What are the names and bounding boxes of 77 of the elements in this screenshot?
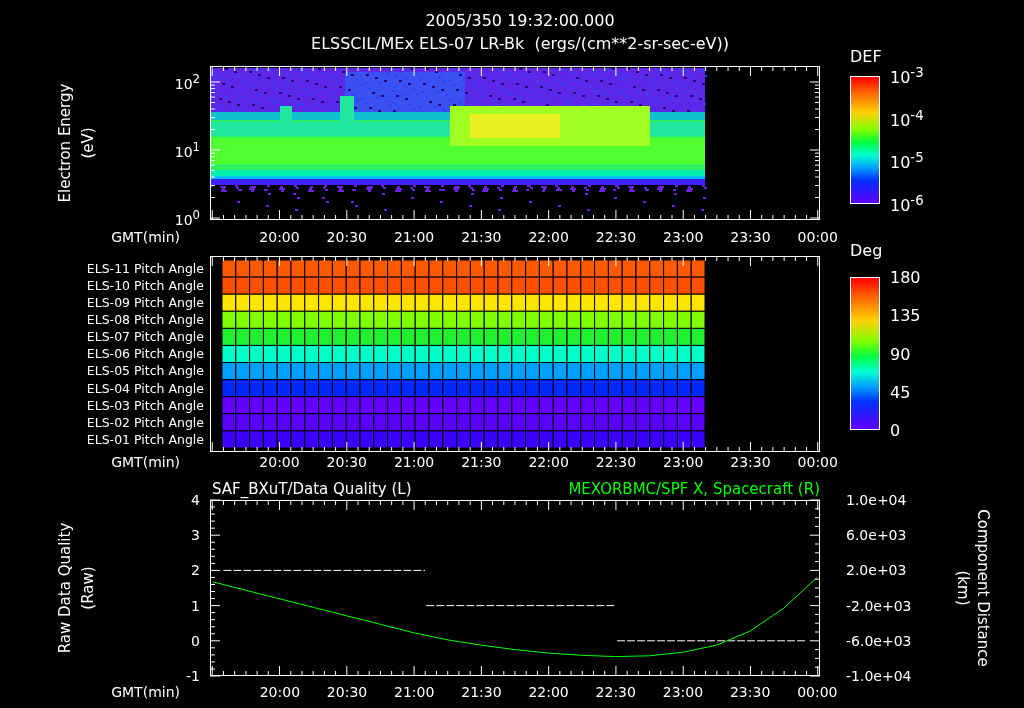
row-label: ELS-05 Pitch Angle [86,362,204,380]
tick-label: 2.0e+03 [846,562,907,579]
colorbar-label: 90 [890,344,911,363]
tick-label: 22:00 [528,684,569,700]
tick-label: 20:00 [259,454,300,470]
axis-label: (Raw) [79,566,97,610]
axis-label: Raw Data Quality [56,522,74,654]
tick-label: 22:30 [595,684,636,700]
tick-label: -6.0e+03 [846,632,912,649]
colorbar-label: 10$^{-4}$ [890,107,924,130]
colorbar-label: 45 [890,382,911,402]
tick-label: 3 [191,527,200,544]
chart-title: SAF_BXuT/Data Quality (L) [212,480,412,498]
colorbar-label: 10$^{-6}$ [890,192,924,216]
tick-label: 10$^{1}$ [174,140,200,160]
tick-label: 20:00 [259,229,300,245]
tick-label: 6.0e+03 [846,527,907,544]
axis-label: GMT(min) [111,684,180,700]
tick-label: 2 [191,562,200,579]
axis-label: (km) [954,570,972,606]
plot-timestamp: 2005/350 19:32:00.000 [425,10,615,32]
tick-label: 00:00 [797,684,838,700]
tick-label: 20:30 [326,684,368,700]
colorbar-label: 135 [890,305,921,325]
axis-label: Electron Energy [56,83,74,203]
tick-label: -1.0e+04 [846,668,912,684]
row-label: ELS-07 Pitch Angle [86,328,204,346]
colorbar-label: 0 [890,420,901,440]
row-label: ELS-03 Pitch Angle [86,396,204,414]
tick-label: 20:30 [326,454,367,470]
colorbar-label: 180 [890,267,921,287]
row-label: ELS-04 Pitch Angle [86,379,204,397]
tick-label: -2.0e+03 [846,597,912,614]
tick-label: 1 [191,597,200,614]
tick-label: 4 [191,492,200,508]
axis-label: GMT(min) [111,454,180,470]
tick-label: 23:30 [730,454,771,470]
tick-label: 23:30 [729,684,771,700]
tick-label: 0 [191,632,200,649]
chart-title: MEXORBMC/SPF X, Spacecraft (R) [568,480,820,498]
tick-label: 22:00 [528,454,569,470]
tick-label: 21:00 [394,684,435,700]
row-label: ELS-09 Pitch Angle [86,294,204,312]
tick-label: 20:00 [259,684,301,700]
tick-label: 23:00 [663,229,704,245]
row-label: ELS-10 Pitch Angle [86,277,204,295]
row-label: ELS-11 Pitch Angle [86,260,204,278]
tick-label: 21:30 [461,684,502,700]
tick-label: 00:00 [797,229,838,245]
tick-label: 00:00 [797,454,838,470]
colorbar-title: Deg [850,241,883,260]
row-label: ELS-02 Pitch Angle [86,413,204,431]
tick-label: 10$^{2}$ [174,72,200,92]
tick-label: 23:00 [662,684,704,700]
tick-label: 22:00 [528,229,569,245]
tick-label: 10$^{0}$ [174,208,200,228]
tick-label: 21:00 [393,454,435,470]
tick-label: -1 [186,668,200,684]
tick-label: 1.0e+04 [846,492,907,508]
plot-title: ELSSCIL/MEx ELS-07 LR-Bk (ergs/(cm**2-sr-sec-eV)) [311,33,729,55]
row-label: ELS-06 Pitch Angle [86,345,204,363]
axis-label: Component Distance [974,509,992,667]
axis-label: GMT(min) [111,229,180,245]
tick-label: 22:30 [595,229,637,245]
row-label: ELS-08 Pitch Angle [86,311,204,329]
colorbar-title: DEF [850,47,882,66]
tick-label: 23:00 [663,454,704,470]
tick-label: 21:30 [461,454,502,470]
row-label: ELS-01 Pitch Angle [86,430,204,448]
colorbar-label: 10$^{-3}$ [890,64,924,88]
tick-label: 23:30 [730,229,771,245]
tick-label: 20:30 [326,229,367,245]
axis-label: (eV) [79,127,97,159]
colorbar-label: 10$^{-5}$ [890,150,924,173]
tick-label: 21:30 [461,229,502,245]
tick-label: 21:00 [393,229,435,245]
tick-label: 22:30 [595,454,637,470]
